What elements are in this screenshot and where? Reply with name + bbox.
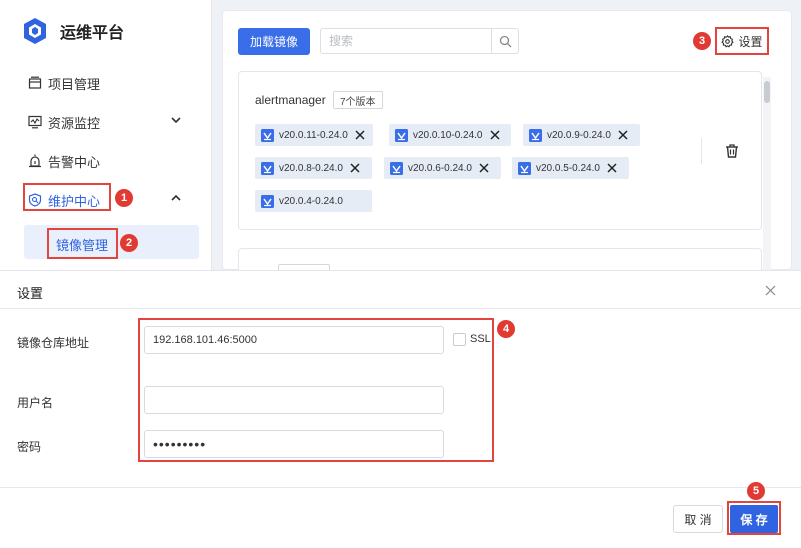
close-icon[interactable] — [606, 162, 618, 174]
scrollbar[interactable] — [763, 77, 771, 270]
sidebar-item-project[interactable]: 项目管理 — [28, 72, 100, 94]
settings-label: 设置 — [738, 34, 763, 49]
version-tag: v20.0.11-0.24.0 — [255, 124, 373, 146]
cancel-button[interactable]: 取 消 — [673, 505, 723, 533]
sidebar-item-label: 告警中心 — [48, 154, 101, 170]
sidebar-item-alarm[interactable]: 告警中心 — [28, 150, 100, 172]
chevron-up-icon — [171, 194, 181, 201]
version-count-badge: 7个版本 — [333, 91, 383, 109]
sidebar-item-maintenance[interactable]: 维护中心 — [28, 189, 181, 211]
step-badge-2: 2 — [120, 234, 138, 252]
sidebar-item-label: 维护中心 — [48, 193, 101, 209]
close-icon[interactable] — [354, 129, 366, 141]
registry-label: 镜像仓库地址 — [17, 336, 90, 350]
cube-logo-icon — [24, 18, 46, 44]
dialog-header: 设置 — [0, 271, 801, 309]
version-tag-label: v20.0.8-0.24.0 — [279, 162, 343, 174]
close-icon[interactable] — [617, 129, 629, 141]
maintenance-icon — [28, 193, 42, 207]
close-icon[interactable] — [349, 162, 361, 174]
save-button[interactable]: 保 存 — [730, 505, 778, 533]
step-badge-5: 5 — [747, 482, 765, 500]
step-badge-3: 3 — [693, 32, 711, 50]
search-icon — [499, 35, 512, 47]
image-version-icon — [261, 161, 274, 175]
image-version-icon — [395, 128, 408, 142]
password-input[interactable] — [144, 430, 444, 458]
brand-name: 运维平台 — [60, 25, 125, 42]
close-icon[interactable] — [765, 285, 776, 296]
sidebar: 运维平台 项目管理 资源监控 告警中心 维护中心 镜像管理 — [0, 0, 212, 270]
scrollbar-thumb[interactable] — [764, 81, 770, 103]
password-label: 密码 — [17, 440, 42, 454]
load-image-button[interactable]: 加载镜像 — [238, 28, 310, 55]
version-tag-label: v20.0.10-0.24.0 — [413, 129, 483, 141]
version-tag: v20.0.10-0.24.0 — [389, 124, 511, 146]
close-icon[interactable] — [478, 162, 490, 174]
version-tag: v20.0.6-0.24.0 — [384, 157, 501, 179]
divider — [701, 138, 702, 164]
trash-icon[interactable] — [724, 143, 740, 159]
ssl-checkbox[interactable] — [453, 333, 466, 346]
image-version-icon — [518, 161, 531, 175]
search-button[interactable] — [491, 29, 519, 53]
brand: 运维平台 — [22, 14, 124, 48]
sidebar-item-label: 资源监控 — [48, 115, 101, 131]
divider — [0, 487, 801, 488]
alarm-icon — [29, 154, 41, 168]
version-tag-label: v20.0.11-0.24.0 — [279, 129, 348, 141]
monitor-icon — [28, 115, 42, 129]
search-box — [320, 28, 519, 54]
search-input[interactable] — [321, 29, 491, 53]
gear-icon — [721, 34, 735, 47]
dialog-title: 设置 — [17, 286, 44, 301]
sidebar-item-label: 项目管理 — [48, 76, 101, 92]
version-tag-label: v20.0.6-0.24.0 — [408, 162, 472, 174]
version-tag: v20.0.8-0.24.0 — [255, 157, 372, 179]
version-tag: v20.0.5-0.24.0 — [512, 157, 629, 179]
sidebar-subitem-image-management[interactable]: 镜像管理 — [24, 225, 199, 259]
sidebar-item-monitor[interactable]: 资源监控 — [28, 111, 181, 133]
version-tag-label: v20.0.5-0.24.0 — [536, 162, 600, 174]
image-version-icon — [390, 161, 403, 175]
image-version-icon — [261, 128, 274, 142]
sidebar-subitem-label: 镜像管理 — [56, 238, 109, 253]
version-tag: v20.0.9-0.24.0 — [523, 124, 640, 146]
version-tag: v20.0.4-0.24.0 — [255, 190, 372, 212]
chevron-down-icon — [171, 117, 181, 124]
image-name: alertmanager — [255, 93, 326, 107]
settings-dialog: 设置 镜像仓库地址 SSL 用户名 密码 取 消 保 存 — [0, 270, 801, 548]
settings-button[interactable]: 设置 — [717, 29, 767, 53]
image-version-icon — [261, 194, 274, 208]
ssl-label: SSL — [470, 333, 491, 345]
step-badge-4: 4 — [497, 320, 515, 338]
image-version-icon — [529, 128, 542, 142]
step-badge-1: 1 — [115, 189, 133, 207]
username-label: 用户名 — [17, 396, 54, 410]
username-input[interactable] — [144, 386, 444, 414]
version-tag-label: v20.0.4-0.24.0 — [279, 195, 343, 207]
close-icon[interactable] — [489, 129, 501, 141]
registry-address-input[interactable] — [144, 326, 444, 354]
version-tag-label: v20.0.9-0.24.0 — [547, 129, 611, 141]
project-icon — [28, 76, 42, 89]
